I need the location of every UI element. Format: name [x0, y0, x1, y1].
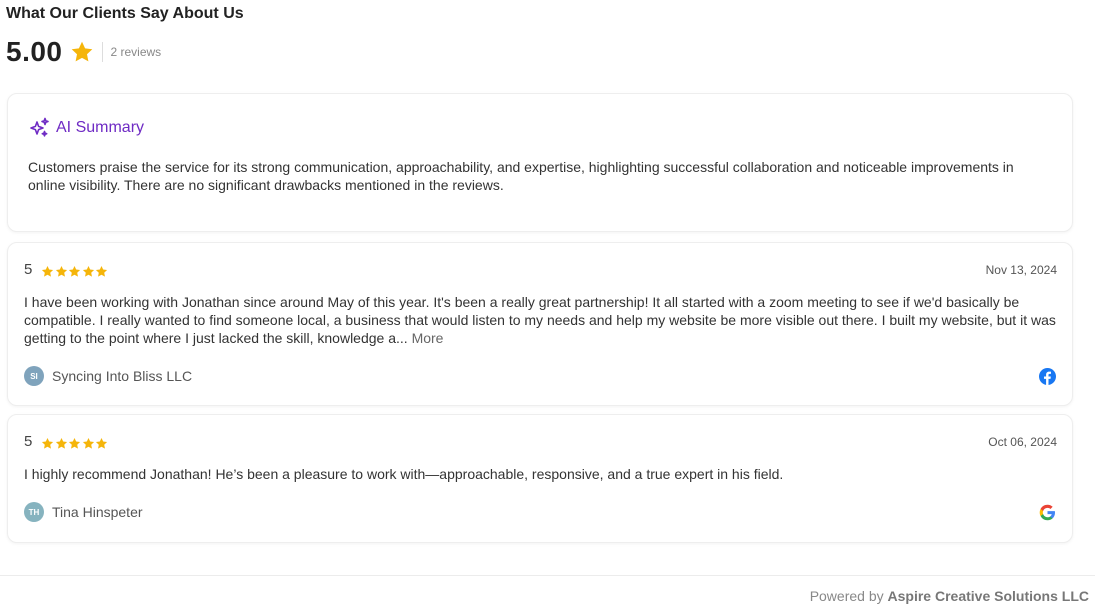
google-icon[interactable] — [1039, 504, 1056, 521]
star-icon — [82, 265, 94, 277]
star-rating — [41, 265, 109, 278]
footer: Powered by Aspire Creative Solutions LLC — [810, 588, 1089, 604]
sparkles-icon — [27, 116, 51, 140]
brand-link[interactable]: Aspire Creative Solutions LLC — [888, 588, 1089, 604]
star-icon — [68, 437, 81, 449]
review-text: I have been working with Jonathan since … — [24, 293, 1064, 347]
ai-summary-header: AI Summary — [27, 116, 144, 140]
star-icon — [41, 265, 54, 277]
star-icon — [41, 437, 54, 449]
ai-summary-title: AI Summary — [56, 119, 145, 136]
star-icon — [82, 437, 94, 449]
author-name: Tina Hinspeter — [52, 504, 143, 520]
star-icon — [95, 265, 108, 277]
widget-title: What Our Clients Say About Us — [6, 5, 244, 22]
review-body: I have been working with Jonathan since … — [24, 294, 1056, 346]
review-card: 5 Nov 13, 2024 I have been working with … — [7, 242, 1073, 406]
rating-summary: 5.00 2 reviews — [6, 36, 161, 68]
avatar: TH — [24, 502, 44, 522]
star-icon — [68, 265, 81, 277]
review-card: 5 Oct 06, 2024 I highly recommend Jonath… — [7, 414, 1073, 543]
average-rating: 5.00 — [6, 36, 63, 67]
powered-by-label: Powered by — [809, 588, 884, 604]
review-author: TH Tina Hinspeter — [24, 502, 143, 522]
review-score: 5 — [24, 433, 33, 450]
star-icon — [55, 437, 67, 449]
divider — [101, 42, 103, 62]
review-score: 5 — [24, 261, 33, 278]
avatar: SI — [24, 366, 44, 386]
review-text: I highly recommend Jonathan! He’s been a… — [24, 465, 1064, 483]
review-date: Oct 06, 2024 — [988, 435, 1057, 449]
star-icon — [95, 437, 108, 449]
review-author: SI Syncing Into Bliss LLC — [24, 366, 192, 386]
ai-summary-text: Customers praise the service for its str… — [28, 159, 1014, 193]
author-name: Syncing Into Bliss LLC — [52, 368, 193, 384]
star-rating — [41, 437, 109, 450]
review-count: 2 reviews — [110, 45, 162, 59]
review-date: Nov 13, 2024 — [985, 263, 1057, 277]
ai-summary-card: AI Summary Customers praise the service … — [7, 93, 1073, 232]
facebook-icon[interactable] — [1039, 368, 1056, 385]
footer-divider — [0, 575, 1095, 576]
more-link[interactable]: More — [412, 330, 444, 346]
star-icon — [55, 265, 67, 277]
star-icon — [70, 40, 94, 64]
review-body: I highly recommend Jonathan! He’s been a… — [24, 466, 784, 482]
